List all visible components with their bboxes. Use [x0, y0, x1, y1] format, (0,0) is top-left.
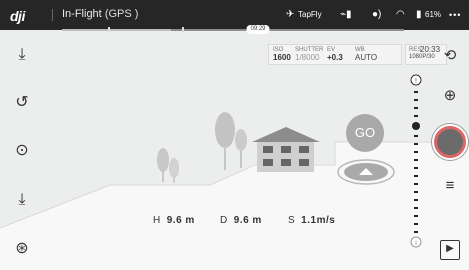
return-home-icon[interactable]: ↺: [11, 92, 33, 114]
res-value: 1080P/30: [409, 54, 435, 60]
video-signal-icon: ●): [372, 9, 382, 20]
timeline-tick: [182, 27, 184, 32]
flight-status[interactable]: In-Flight (GPS ): [62, 8, 138, 20]
more-modes-icon[interactable]: ⊛: [11, 238, 33, 260]
divider: [52, 9, 53, 21]
go-button[interactable]: GO: [346, 114, 384, 152]
flight-timeline: 09:29: [62, 25, 404, 34]
camera-params[interactable]: ISO 1600 SHUTTER 1/8000 EV +0.3 WB AUTO: [268, 44, 402, 65]
ar-scene: ! i: [0, 74, 469, 270]
tree-tall: [215, 112, 247, 170]
flight-screen: ! i GO dji In-Flight (GPS ) ✈ TapFly ⌁▮ …: [0, 0, 469, 270]
svg-text:i: i: [415, 241, 416, 247]
distance-label: D: [220, 215, 228, 226]
height-value: 9.6 m: [166, 215, 195, 226]
camera-mode-icon[interactable]: ⊕: [438, 84, 462, 108]
altitude-marker: [412, 122, 420, 130]
timeline-tick: [108, 27, 110, 32]
flight-mode-text: In-Flight: [62, 8, 102, 20]
settings-sliders-icon[interactable]: ≡: [438, 174, 462, 198]
more-menu-icon[interactable]: •••: [449, 8, 461, 22]
height-label: H: [153, 215, 161, 226]
rc-signal-icon: ⌁▮: [340, 9, 352, 20]
shutter-value: 1/8000: [295, 53, 320, 62]
ground-plane: [0, 142, 469, 270]
wb-value: AUTO: [355, 53, 378, 62]
timeline-time: 09:29: [246, 25, 270, 34]
battery-icon: ▮: [416, 9, 422, 20]
takeoff-icon[interactable]: ⤓: [11, 44, 33, 66]
ev-value: +0.3: [327, 53, 343, 62]
distance-value: 9.6 m: [233, 215, 262, 226]
gps-status-text: (GPS ): [104, 8, 139, 20]
focus-target-icon[interactable]: ⊙: [11, 140, 33, 162]
shutter-inner: [437, 129, 463, 155]
svg-text:!: !: [415, 78, 417, 85]
tree-small: [157, 148, 179, 183]
distance-readout: D 9.6 m: [220, 215, 262, 226]
speed-label: S: [288, 215, 296, 226]
land-icon[interactable]: ⤓: [11, 189, 33, 211]
speed-readout: S 1.1m/s: [288, 215, 335, 226]
speed-value: 1.1m/s: [301, 215, 336, 226]
height-readout: H 9.6 m: [153, 215, 195, 226]
dji-logo: dji: [10, 8, 25, 24]
timeline-progress: [62, 29, 172, 31]
wifi-icon: ◠: [396, 9, 405, 20]
tapfly-icon: ✈: [286, 9, 295, 20]
house: [252, 127, 320, 172]
battery-percent: 61%: [425, 10, 442, 19]
shutter-button[interactable]: [432, 124, 468, 160]
camera-switch-icon[interactable]: ⟲: [438, 44, 462, 68]
tapfly-label: TapFly: [298, 10, 322, 19]
tapfly-target[interactable]: [337, 159, 395, 185]
top-bar: dji In-Flight (GPS ) ✈ TapFly ⌁▮ ●) ◠ ▮ …: [0, 0, 469, 30]
iso-value: 1600: [273, 53, 291, 62]
playback-icon[interactable]: ▶: [440, 240, 460, 260]
